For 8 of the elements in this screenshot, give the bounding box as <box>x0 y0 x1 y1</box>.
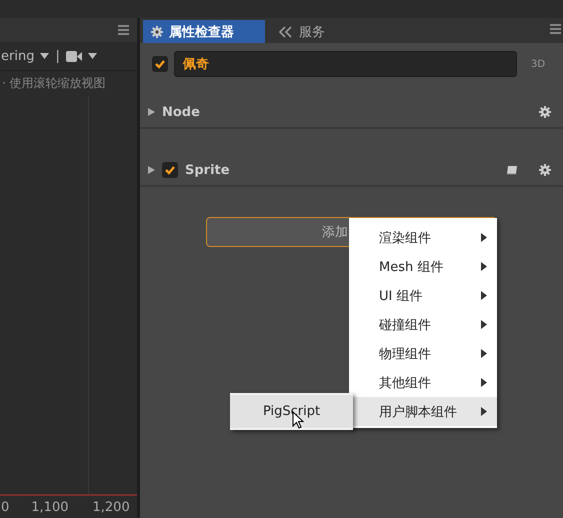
ruler-label: 1,100 <box>31 500 68 514</box>
section-title: Sprite <box>185 162 230 178</box>
section-title: Node <box>162 104 200 120</box>
hint-text: · 使用滚轮缩放视图 <box>2 75 107 92</box>
separator: | <box>55 48 60 64</box>
ruler-label: 1,200 <box>92 500 130 514</box>
mode-label: 3D <box>531 58 546 70</box>
ruler-label: 0 <box>1 500 10 514</box>
